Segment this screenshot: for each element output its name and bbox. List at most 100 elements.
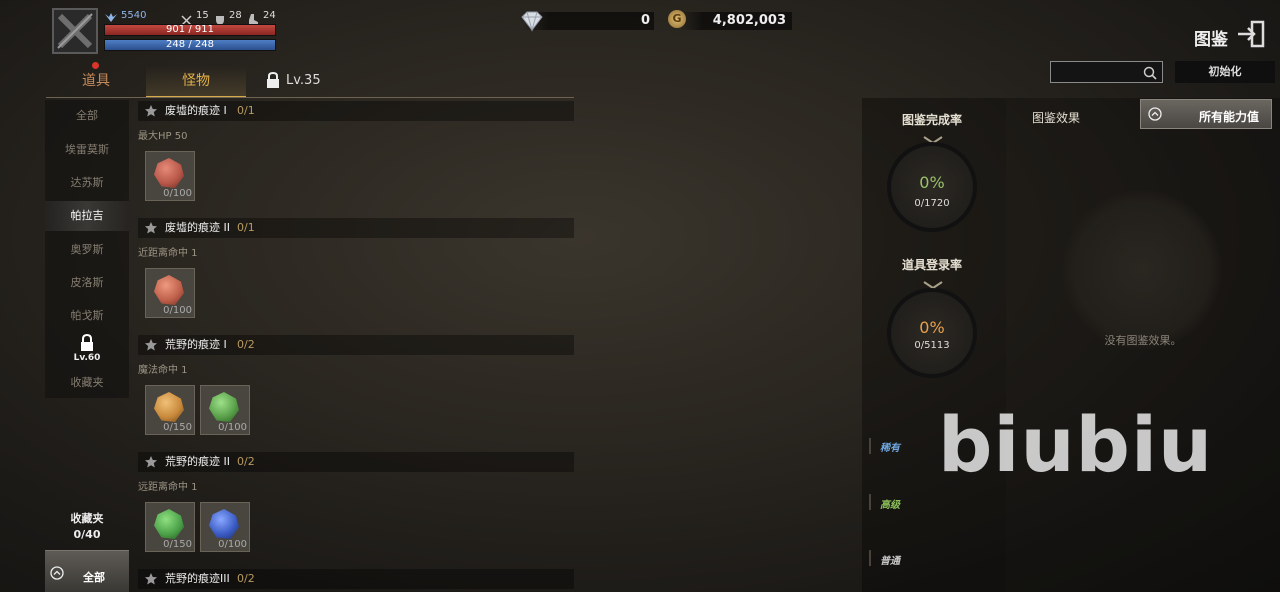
empty-emblem-icon xyxy=(1062,190,1222,350)
hp-bar: 901 / 911 xyxy=(104,24,276,36)
defense-value: 28 xyxy=(229,10,242,21)
diamond-value: 0 xyxy=(640,13,650,28)
collection-entry-header[interactable]: 荒野的痕迹 I 0/2 xyxy=(138,335,574,355)
item-count: 0/100 xyxy=(163,188,192,199)
star-icon[interactable] xyxy=(144,455,158,469)
registration-count: 0/5113 xyxy=(914,340,950,351)
gem-icon xyxy=(154,509,184,539)
player-avatar[interactable] xyxy=(52,8,98,54)
rarity-common: 普通 xyxy=(880,556,900,567)
star-icon[interactable] xyxy=(144,572,158,586)
entry-progress: 0/1 xyxy=(237,104,255,117)
rarity-marker xyxy=(869,438,871,454)
entry-progress: 0/2 xyxy=(237,455,255,468)
chevron-up-icon xyxy=(50,566,64,580)
tab-items-label: 道具 xyxy=(82,73,110,89)
category-favorites[interactable]: 收藏夹 xyxy=(45,368,129,398)
rarity-marker xyxy=(869,494,871,510)
tab-monsters-label: 怪物 xyxy=(182,73,210,89)
category-lock-level: Lv.60 xyxy=(73,353,101,363)
entry-title: 荒野的痕迹III xyxy=(165,572,230,585)
entry-bonus: 近距离命中 1 xyxy=(138,248,198,259)
entry-progress: 0/2 xyxy=(237,338,255,351)
diamond-icon xyxy=(518,10,546,36)
chevron-up-icon xyxy=(1148,107,1162,121)
avatar-emblem-icon xyxy=(54,10,96,52)
item-count: 0/150 xyxy=(163,539,192,550)
collection-entry-header[interactable]: 荒野的痕迹III 0/2 xyxy=(138,569,574,589)
item-count: 0/100 xyxy=(218,539,247,550)
effects-empty-text: 没有图鉴效果。 xyxy=(1104,334,1182,347)
entry-title: 废墟的痕迹 II xyxy=(165,221,230,234)
star-icon[interactable] xyxy=(144,338,158,352)
filter-all-button[interactable]: 全部 xyxy=(45,550,129,592)
filter-all-label: 全部 xyxy=(83,571,105,584)
category-all[interactable]: 全部 xyxy=(45,101,129,131)
gem-icon xyxy=(154,392,184,422)
reset-button[interactable]: 初始化 xyxy=(1175,61,1275,83)
category-lock-icon xyxy=(79,333,95,355)
entry-bonus: 魔法命中 1 xyxy=(138,365,188,376)
gem-icon xyxy=(209,392,239,422)
completion-count: 0/1720 xyxy=(914,198,950,209)
entry-title: 荒野的痕迹 II xyxy=(165,455,230,468)
mp-text: 248 / 248 xyxy=(166,39,214,50)
speed-value: 24 xyxy=(263,10,276,21)
gem-icon xyxy=(154,158,184,188)
mp-bar: 248 / 248 xyxy=(104,39,276,51)
exit-icon[interactable] xyxy=(1236,20,1266,52)
item-count: 0/150 xyxy=(163,422,192,433)
rarity-marker xyxy=(869,550,871,566)
gold-value: 4,802,003 xyxy=(712,13,786,28)
collection-entry-header[interactable]: 废墟的痕迹 II 0/1 xyxy=(138,218,574,238)
effects-title: 图鉴效果 xyxy=(1032,111,1081,125)
entry-bonus: 远距离命中 1 xyxy=(138,482,198,493)
entry-progress: 0/1 xyxy=(237,221,255,234)
collection-entry-header[interactable]: 荒野的痕迹 II 0/2 xyxy=(138,452,574,472)
item-count: 0/100 xyxy=(218,422,247,433)
registration-percent: 0% xyxy=(919,318,945,337)
completion-label: 图鉴完成率 xyxy=(901,113,962,127)
gem-icon xyxy=(209,509,239,539)
entry-title: 荒野的痕迹 I xyxy=(165,338,227,351)
item-slot[interactable]: 0/150 xyxy=(145,385,195,435)
completion-percent: 0% xyxy=(919,173,945,192)
registration-label: 道具登录率 xyxy=(901,258,962,272)
item-count: 0/100 xyxy=(163,305,192,316)
favorites-count: 0/40 xyxy=(73,528,101,541)
item-slot[interactable]: 0/100 xyxy=(200,502,250,552)
favorites-label: 收藏夹 xyxy=(70,512,104,525)
rarity-advanced: 高级 xyxy=(880,500,900,511)
entry-bonus: 最大HP 50 xyxy=(138,131,188,142)
power-value: 5540 xyxy=(121,10,147,21)
all-stats-dropdown[interactable]: 所有能力值 xyxy=(1140,99,1272,129)
attack-value: 15 xyxy=(196,10,209,21)
search-icon[interactable] xyxy=(1143,65,1157,84)
lock-icon xyxy=(266,71,280,92)
entry-progress: 0/2 xyxy=(237,572,255,585)
category-dasus[interactable]: 达苏斯 xyxy=(45,168,129,198)
category-oros[interactable]: 奥罗斯 xyxy=(45,235,129,265)
star-icon[interactable] xyxy=(144,104,158,118)
star-icon[interactable] xyxy=(144,221,158,235)
category-eremos[interactable]: 埃雷莫斯 xyxy=(45,135,129,165)
gold-coin-icon: G xyxy=(668,10,686,28)
tab-items[interactable]: 道具 xyxy=(66,66,126,96)
gem-icon xyxy=(154,275,184,305)
page-title: 图鉴 xyxy=(1194,30,1228,50)
category-piros[interactable]: 皮洛斯 xyxy=(45,268,129,298)
tab-locked-level: Lv.35 xyxy=(286,73,321,88)
all-stats-label: 所有能力值 xyxy=(1199,110,1260,124)
item-slot[interactable]: 0/100 xyxy=(145,151,195,201)
item-slot[interactable]: 0/100 xyxy=(145,268,195,318)
category-palaj[interactable]: 帕拉吉 xyxy=(45,201,129,231)
notification-badge xyxy=(92,62,99,69)
tab-divider xyxy=(46,97,574,98)
collection-entry-header[interactable]: 废墟的痕迹 I 0/1 xyxy=(138,101,574,121)
entry-title: 废墟的痕迹 I xyxy=(165,104,227,117)
hp-text: 901 / 911 xyxy=(166,24,214,35)
item-slot[interactable]: 0/150 xyxy=(145,502,195,552)
item-slot[interactable]: 0/100 xyxy=(200,385,250,435)
tab-monsters[interactable]: 怪物 xyxy=(146,66,246,98)
category-pagos[interactable]: 帕戈斯 xyxy=(45,301,129,331)
